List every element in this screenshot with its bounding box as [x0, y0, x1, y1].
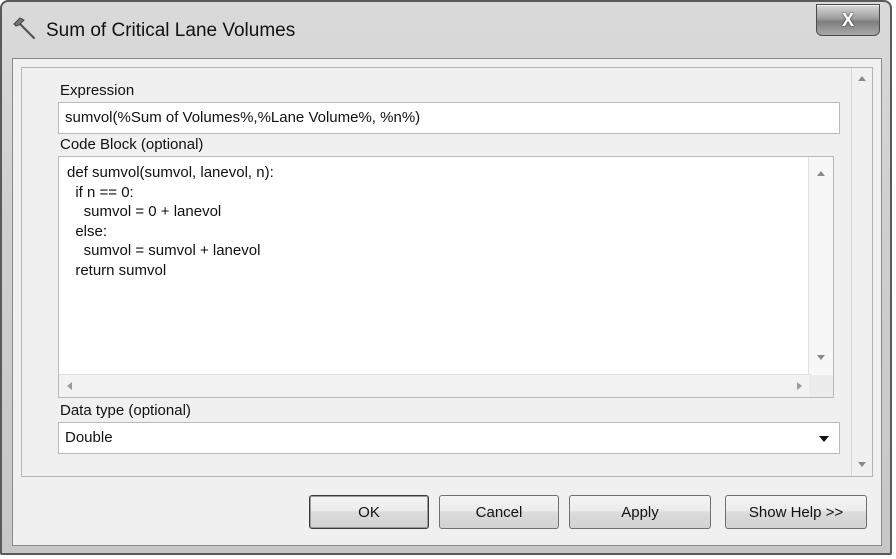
- code-line: return sumvol: [67, 261, 167, 279]
- hammer-icon: [13, 17, 36, 40]
- code-line: if n == 0:: [67, 183, 134, 201]
- panel-vertical-scrollbar[interactable]: [851, 68, 872, 476]
- scroll-right-icon[interactable]: [797, 382, 802, 390]
- title-bar[interactable]: Sum of Critical Lane Volumes X: [2, 2, 890, 58]
- ok-button[interactable]: OK: [309, 495, 429, 529]
- code-line: else:: [67, 222, 108, 240]
- data-type-select[interactable]: Double: [58, 422, 840, 454]
- show-help-button[interactable]: Show Help >>: [725, 495, 867, 529]
- close-icon: X: [841, 9, 854, 30]
- scroll-up-icon[interactable]: [817, 171, 825, 176]
- cancel-button[interactable]: Cancel: [439, 495, 559, 529]
- code-line: def sumvol(sumvol, lanevol, n):: [67, 164, 274, 181]
- expression-label: Expression: [60, 82, 135, 99]
- data-type-label: Data type (optional): [60, 402, 191, 419]
- code-block-label: Code Block (optional): [60, 136, 204, 153]
- data-type-value: Double: [65, 429, 113, 446]
- code-horizontal-scrollbar[interactable]: [59, 374, 811, 397]
- scroll-left-icon[interactable]: [67, 382, 72, 390]
- scrollbar-corner: [809, 375, 833, 397]
- close-button[interactable]: X: [816, 4, 880, 36]
- dialog-body: Expression sumvol(%Sum of Volumes%,%Lane…: [12, 58, 882, 546]
- scroll-up-icon[interactable]: [858, 76, 866, 81]
- chevron-down-icon[interactable]: [819, 436, 829, 442]
- form-panel: Expression sumvol(%Sum of Volumes%,%Lane…: [21, 67, 873, 477]
- dialog-window: Sum of Critical Lane Volumes X Expressio…: [0, 0, 892, 555]
- code-block-text[interactable]: def sumvol(sumvol, lanevol, n): if n == …: [67, 163, 274, 280]
- code-line: sumvol = sumvol + lanevol: [67, 242, 261, 259]
- code-line: sumvol = 0 + lanevol: [67, 203, 222, 220]
- window-title: Sum of Critical Lane Volumes: [46, 20, 296, 41]
- code-block-editor[interactable]: def sumvol(sumvol, lanevol, n): if n == …: [58, 156, 834, 398]
- scroll-down-icon[interactable]: [858, 462, 866, 467]
- scroll-down-icon[interactable]: [817, 355, 825, 360]
- expression-input[interactable]: sumvol(%Sum of Volumes%,%Lane Volume%, %…: [58, 102, 840, 134]
- code-vertical-scrollbar[interactable]: [808, 157, 833, 375]
- apply-button[interactable]: Apply: [569, 495, 711, 529]
